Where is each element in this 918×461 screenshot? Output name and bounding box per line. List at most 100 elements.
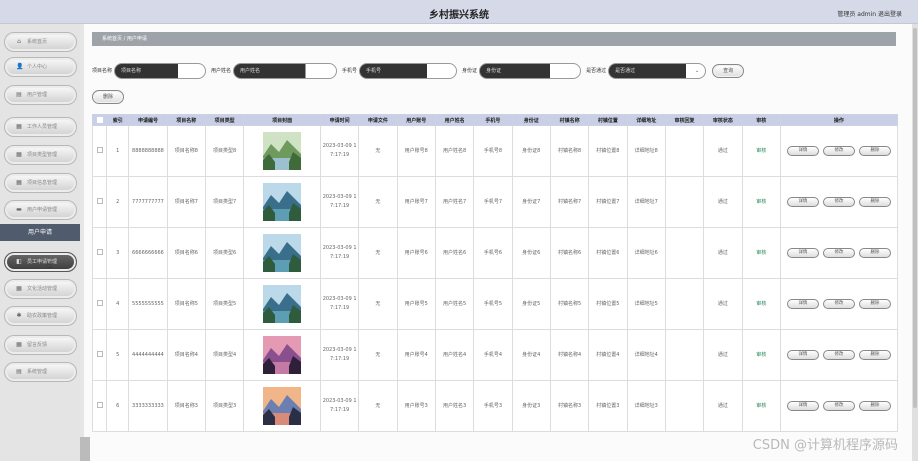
row-checkbox[interactable] [96,249,103,255]
scrollbar-thumb[interactable] [913,28,917,408]
audit-link[interactable]: 审核 [756,250,766,256]
cell-reply [664,278,705,330]
detail-button[interactable]: 详情 [786,350,819,360]
idcard-input[interactable]: 身份证 [479,62,582,79]
detail-button[interactable]: 详情 [786,146,819,156]
main-content: 系统首页 / 用户申请 项目名称 项目名称 用户姓名 用户姓名 手机号 手机号 … [84,24,918,461]
row-checkbox[interactable] [96,198,103,204]
doc-icon: ◧ [16,258,22,265]
audit-cell: 审核 [741,227,781,279]
cell-time: 2023-03-09 17:17:19 [319,278,360,330]
cell-idcard: 身份证4 [511,329,551,381]
cell-time: 2023-03-09 17:17:19 [319,125,360,177]
sidebar-item-9[interactable]: ▦ 文化活动管理 [4,279,77,299]
horizontal-scrollbar[interactable] [80,437,90,461]
user-name-label: 用户姓名 [211,68,232,74]
sidebar-item-5[interactable]: ▦ 项目类型管理 [4,145,77,165]
audit-link[interactable]: 审核 [756,199,766,205]
audit-link[interactable]: 审核 [756,301,766,307]
row-delete-button[interactable]: 删除 [858,197,891,207]
sidebar-item-label: 项目类型管理 [27,152,58,158]
select-all-checkbox[interactable] [96,116,103,123]
audit-link[interactable]: 审核 [756,148,766,154]
cell-village: 村镇名称4 [549,329,590,381]
applications-table: 索引 申请编号 项目名称 项目类型 项目封面 申请时间 申请文件 用户账号 用户姓名 手机号 身份证… [92,114,898,461]
row-actions: 详情 修改 删除 [782,146,896,156]
table-body: 1 8888888888 项目名称8 项目类型8 2023-03-09 17:17:19… [92,125,898,432]
row-checkbox[interactable] [96,351,103,357]
cell-idcard: 身份证7 [511,176,551,228]
column-header-16: 审核状态 [703,114,743,126]
cell-project: 项目名称3 [166,380,206,432]
phone-input[interactable]: 手机号 [359,62,458,79]
query-button[interactable]: 查询 [712,63,745,78]
sidebar-item-10[interactable]: ✱ 助农政策管理 [4,306,77,326]
cell-name: 用户姓名8 [434,125,475,177]
sidebar-item-12[interactable]: ▤ 系统管理 [4,362,77,382]
watermark: CSDN @计算机程序源码 [752,438,898,453]
row-checkbox[interactable] [96,147,103,153]
user-name-input[interactable]: 用户姓名 [233,62,338,79]
edit-button[interactable]: 修改 [822,248,855,258]
detail-button[interactable]: 详情 [786,299,819,309]
cell-village: 村镇名称5 [549,278,590,330]
grid-icon: ▦ [16,179,22,186]
column-header-18: 操作 [779,114,898,126]
audit-cell: 审核 [741,278,781,330]
cell-phone: 手机号4 [473,329,513,381]
cell-code: 7777777777 [128,176,168,228]
vertical-scrollbar[interactable] [912,24,918,461]
cell-file: 无 [358,380,398,432]
cell-account: 用户账号3 [396,380,436,432]
row-actions: 详情 修改 删除 [782,350,896,360]
sidebar-item-11[interactable]: ▦ 留言反馈 [4,335,77,355]
row-delete-button[interactable]: 删除 [858,146,891,156]
sidebar-item-3[interactable]: ▤ 用户管理 [4,85,77,105]
edit-button[interactable]: 修改 [822,197,855,207]
audit-link[interactable]: 审核 [756,403,766,409]
cell-village: 村镇名称6 [549,227,590,279]
cell-name: 用户姓名6 [434,227,475,279]
submenu-user-application[interactable]: 用户申请 [0,224,80,241]
detail-button[interactable]: 详情 [786,401,819,411]
sidebar-item-6[interactable]: ▦ 项目信息管理 [4,173,77,193]
column-header-13: 村镇位置 [588,114,628,126]
sidebar-item-4[interactable]: ▦ 工作人员管理 [4,117,77,137]
cell-time: 2023-03-09 17:17:19 [319,329,360,381]
row-delete-button[interactable]: 删除 [858,401,891,411]
user-info[interactable]: 管理员 admin 退出登录 [837,9,902,18]
column-header-11: 身份证 [511,114,551,126]
cell-project: 项目名称7 [166,176,206,228]
row-checkbox[interactable] [96,402,103,408]
row-delete-button[interactable]: 删除 [858,248,891,258]
sidebar-item-1[interactable]: ⌂ 系统首页 [4,32,77,52]
cell-status: 通过 [703,125,743,177]
approved-select[interactable]: 是否通过 ⌄ [608,62,707,79]
column-header-0[interactable] [92,114,108,126]
audit-link[interactable]: 审核 [756,352,766,358]
table-header-row: 索引 申请编号 项目名称 项目类型 项目封面 申请时间 申请文件 用户账号 用户姓名 手机号 身份证… [92,114,898,126]
cell-file: 无 [358,278,398,330]
cell-code: 6666666666 [128,227,168,279]
project-name-input[interactable]: 项目名称 [114,62,207,79]
mouse-cursor-icon: ☝ [46,260,53,271]
row-checkbox[interactable] [96,300,103,306]
row-delete-button[interactable]: 删除 [858,299,891,309]
edit-button[interactable]: 修改 [822,299,855,309]
cell-address: 详细地址4 [626,329,666,381]
cell-code: 8888888888 [128,125,168,177]
cell-reply [664,380,705,432]
actions-cell: 详情 修改 删除 [779,278,898,330]
sidebar-item-2[interactable]: 👤 个人中心 [4,57,77,77]
sidebar-item-7[interactable]: ▬ 用户申请管理 [4,200,77,220]
cell-phone: 手机号7 [473,176,513,228]
sidebar-item-8[interactable]: ◧ 员工申请管理 [4,252,77,272]
edit-button[interactable]: 修改 [822,401,855,411]
delete-button[interactable]: 删除 [92,90,124,104]
detail-button[interactable]: 详情 [786,197,819,207]
detail-button[interactable]: 详情 [786,248,819,258]
row-delete-button[interactable]: 删除 [858,350,891,360]
row-actions: 详情 修改 删除 [782,401,896,411]
edit-button[interactable]: 修改 [822,146,855,156]
edit-button[interactable]: 修改 [822,350,855,360]
